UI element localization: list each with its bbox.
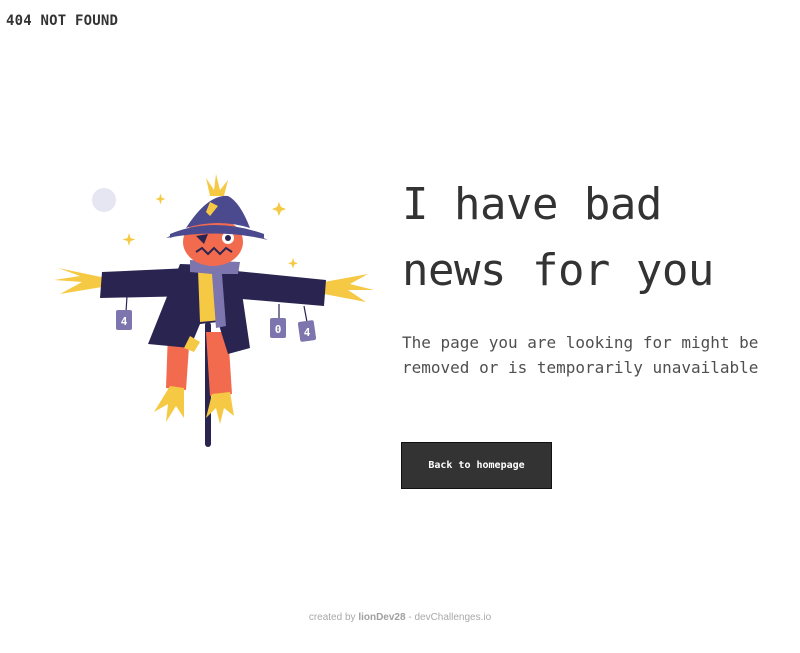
- sparkle-icon: [155, 193, 166, 205]
- hat-straw: [206, 174, 228, 196]
- can-label: 0: [275, 323, 282, 336]
- sparkle-icon: [272, 202, 286, 216]
- straw-left: [54, 268, 108, 294]
- page-subtitle: The page you are looking for might be re…: [402, 333, 759, 377]
- moon-icon: [92, 188, 116, 212]
- footer-credit: created by lionDev28 - devChallenges.io: [0, 612, 800, 623]
- can-label: 4: [121, 315, 128, 328]
- can-4-left: 4: [116, 310, 132, 330]
- back-to-homepage-button[interactable]: Back to homepage: [401, 442, 552, 489]
- can-0: 0: [270, 318, 286, 338]
- straw-right: [324, 274, 374, 302]
- footer-prefix: created by: [308, 612, 359, 623]
- straw-left-foot: [154, 386, 184, 422]
- can-4-right: 4: [297, 320, 317, 342]
- page-title: I have bad news for you: [402, 172, 792, 304]
- can-label: 4: [304, 326, 311, 339]
- sparkle-icon: [288, 258, 298, 269]
- footer-author-link[interactable]: lionDev28: [358, 612, 405, 623]
- sparkle-icon: [122, 233, 136, 246]
- main-content: I have bad news for you The page you are…: [402, 172, 792, 380]
- headline-line-1: I have bad: [402, 179, 662, 230]
- site-logo-text: 404 NOT FOUND: [6, 13, 119, 29]
- scarecrow-illustration: 4 0 4: [50, 172, 380, 452]
- headline-line-2: news for you: [402, 245, 714, 296]
- footer-suffix: - devChallenges.io: [405, 612, 492, 623]
